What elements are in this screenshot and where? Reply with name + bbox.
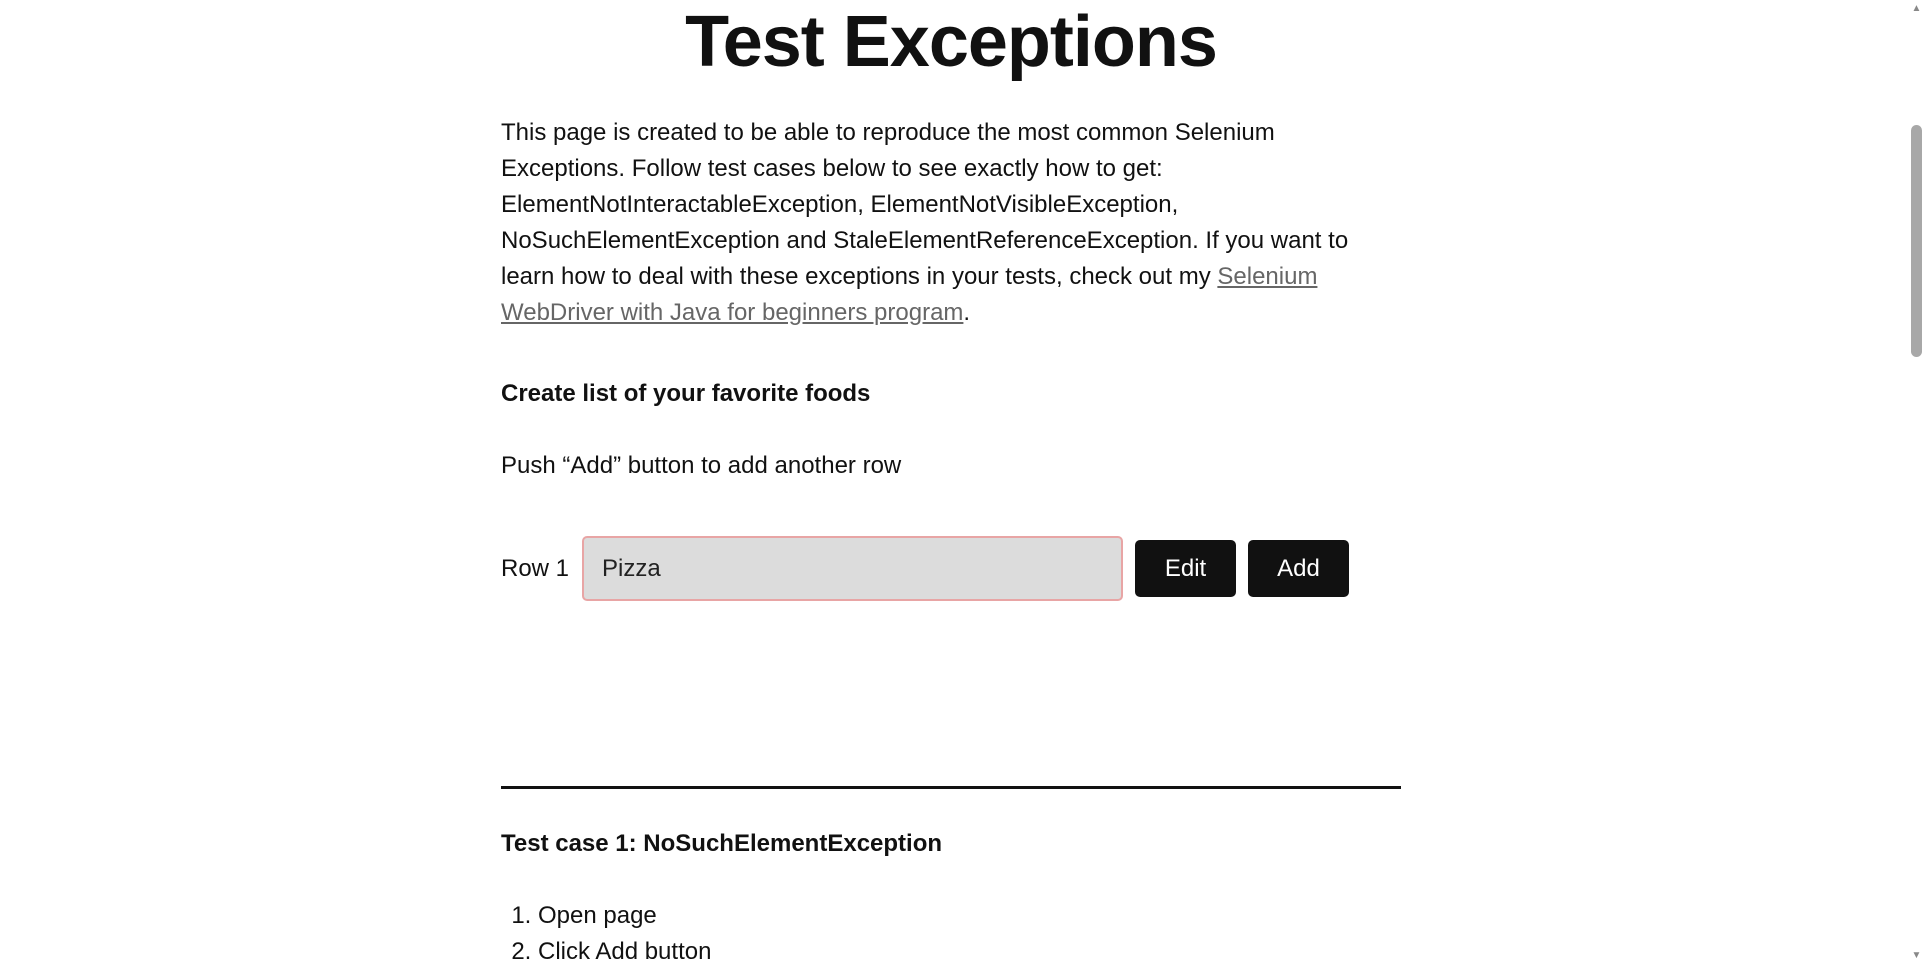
edit-button[interactable]: Edit xyxy=(1135,540,1237,597)
list-item: Open page xyxy=(538,898,711,934)
intro-paragraph: This page is created to be able to repro… xyxy=(501,115,1401,331)
test-case-1-steps: Open page Click Add button xyxy=(501,898,711,965)
page-title: Test Exceptions xyxy=(685,2,1218,82)
vertical-scrollbar[interactable]: ▲ ▼ xyxy=(1908,0,1925,965)
page: Test Exceptions This page is created to … xyxy=(0,0,1925,965)
test-case-1-heading: Test case 1: NoSuchElementException xyxy=(501,830,943,857)
row-label: Row 1 xyxy=(501,554,570,582)
intro-end: . xyxy=(963,299,971,326)
food-input-row-1[interactable] xyxy=(582,536,1124,601)
add-button[interactable]: Add xyxy=(1248,540,1350,597)
food-row-1: Row 1 Edit Add xyxy=(501,536,1350,601)
section-divider xyxy=(501,786,1401,789)
scrollbar-thumb[interactable] xyxy=(1911,125,1922,357)
list-item: Click Add button xyxy=(538,934,711,965)
list-heading: Create list of your favorite foods xyxy=(501,380,871,407)
add-instruction: Push “Add” button to add another row xyxy=(501,452,902,479)
triangle-up-icon[interactable]: ▲ xyxy=(1908,2,1925,16)
triangle-down-icon[interactable]: ▼ xyxy=(1908,949,1925,963)
